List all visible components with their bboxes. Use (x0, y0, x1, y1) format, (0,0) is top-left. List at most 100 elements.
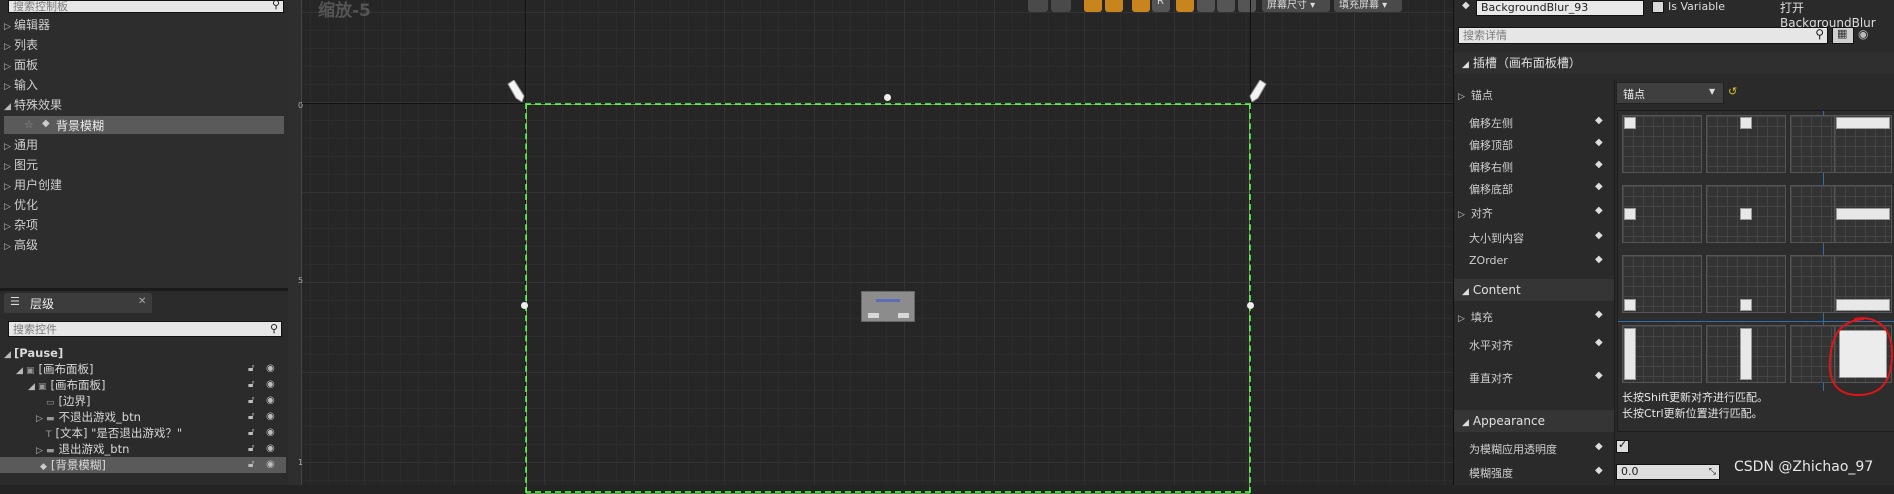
layout-button-2[interactable] (1105, 0, 1123, 12)
eye-icon[interactable]: ◉ (266, 457, 275, 473)
palette-category-input[interactable]: ▷ 输入 (0, 75, 38, 95)
hierarchy-row[interactable]: ▷ ▬ 不退出游戏_btn 🔓︎ ◉ (0, 409, 286, 425)
palette-category-advanced[interactable]: ▷ 高级 (0, 235, 38, 255)
expand-arrow-icon[interactable]: ▷ (1458, 210, 1465, 220)
screen-size-dropdown[interactable]: 屏幕尺寸 ▾ (1262, 0, 1330, 12)
palette-search-input[interactable]: 搜索控制板 ⚲ (8, 0, 284, 13)
details-search-input[interactable]: 搜索详情 ⚲ (1458, 27, 1828, 44)
hierarchy-row[interactable]: ◢ ▣ [画布面板] 🔓︎ ◉ (0, 361, 286, 377)
expand-arrow-icon[interactable]: ▷ (1458, 92, 1465, 102)
close-icon[interactable]: ✕ (138, 296, 146, 307)
eye-icon[interactable]: ◉ (1858, 27, 1868, 41)
expand-arrow-icon[interactable]: ▷ (4, 177, 12, 197)
image-button[interactable] (1217, 0, 1235, 12)
lock-icon[interactable]: 🔓︎ (248, 377, 254, 393)
grid-toggle-button[interactable] (1176, 0, 1194, 12)
fill-screen-dropdown[interactable]: 填充屏幕 ▾ (1334, 0, 1402, 12)
search-icon[interactable]: ⚲ (1815, 27, 1824, 42)
expand-arrow-icon[interactable]: ▷ (4, 217, 12, 237)
anchor-preset-bottom-stretch[interactable] (1834, 255, 1892, 313)
expand-arrow-icon[interactable]: ▷ (4, 197, 12, 217)
anchor-preset-top-left[interactable] (1622, 115, 1702, 173)
anchor-preset-top-center[interactable] (1706, 115, 1786, 173)
expand-arrow-icon[interactable]: ▷ (4, 17, 12, 37)
slot-section-header[interactable]: ◢ 插槽（画布面板槽） (1454, 52, 1894, 74)
open-widget-link[interactable]: 打开BackgroundBlur (1780, 0, 1894, 30)
expand-arrow-icon[interactable]: ▷ (1458, 314, 1465, 324)
anchor-handle-top-right[interactable] (1248, 79, 1268, 103)
anchor-handle-top-left[interactable] (506, 79, 526, 103)
palette-category-misc[interactable]: ▷ 杂项 (0, 215, 38, 235)
palette-category-special-effects[interactable]: ◢ 特殊效果 (0, 95, 62, 115)
appearance-section-header[interactable]: ◢ Appearance (1454, 410, 1614, 432)
anchor-preset-top-stretch[interactable] (1834, 115, 1892, 173)
palette-item-background-blur[interactable]: ☆ ◆ 背景模糊 (4, 116, 284, 134)
lock-icon[interactable]: 🔓︎ (248, 425, 254, 441)
lock-icon[interactable]: 🔓︎ (248, 361, 254, 377)
view-options-button[interactable]: ▦ (1832, 27, 1854, 44)
drag-arrows-icon[interactable]: ⤡ (1709, 465, 1716, 479)
pin-icon[interactable]: ◆ (1595, 441, 1890, 452)
layout-button-1[interactable] (1084, 0, 1102, 12)
hierarchy-root[interactable]: ◢ [Pause] (0, 345, 286, 361)
dialog-preview[interactable] (861, 291, 915, 322)
r-button[interactable]: R (1152, 0, 1170, 12)
expand-arrow-icon[interactable]: ▷ (4, 157, 12, 177)
palette-category-optimization[interactable]: ▷ 优化 (0, 195, 38, 215)
anchor-preset-left-stretch[interactable] (1622, 325, 1702, 383)
apply-alpha-checkbox[interactable]: ✓ (1616, 438, 1629, 453)
palette-category-user-created[interactable]: ▷ 用户创建 (0, 175, 62, 195)
eye-icon[interactable]: ◉ (266, 441, 275, 457)
hierarchy-search-input[interactable]: 搜索控件 ⚲ (8, 321, 282, 337)
anchor-preset-bottom-center[interactable] (1706, 255, 1786, 313)
hierarchy-row[interactable]: ▭ [边界] 🔓︎ ◉ (0, 393, 286, 409)
tab-hierarchy[interactable]: ☰ 层级 ✕ (4, 293, 152, 313)
palette-category-common[interactable]: ▷ 通用 (0, 135, 38, 155)
palette-category-primitive[interactable]: ▷ 图元 (0, 155, 38, 175)
expand-arrow-icon[interactable]: ▷ (4, 77, 12, 97)
designer-canvas[interactable]: 0 5 1 缩放-5 R 屏幕尺寸 ▾ 填充屏幕 ▾ (288, 0, 1453, 494)
more-options-button[interactable] (1197, 0, 1215, 12)
reset-icon[interactable]: ↺ (1728, 85, 1737, 98)
anchor-dropdown[interactable]: 锚点 ▼ (1616, 82, 1724, 104)
hierarchy-row[interactable]: ◢ ▣ [画布面板] 🔓︎ ◉ (0, 377, 286, 393)
expand-arrow-icon[interactable]: ▷ (4, 137, 12, 157)
search-icon[interactable]: ⚲ (272, 0, 280, 10)
is-variable-checkbox[interactable] (1652, 1, 1664, 13)
widget-name-input[interactable]: BackgroundBlur_93 (1476, 0, 1644, 16)
anchor-preset-vertical-stretch[interactable] (1706, 325, 1786, 383)
palette-category-editor[interactable]: ▷ 编辑器 (0, 15, 50, 35)
anchor-preset-center-left[interactable] (1622, 185, 1702, 243)
collapse-arrow-icon[interactable]: ◢ (1462, 418, 1469, 428)
anchor-preset-bottom-left[interactable] (1622, 255, 1702, 313)
expand-arrow-icon[interactable]: ▷ (4, 57, 12, 77)
content-section-header[interactable]: ◢ Content (1454, 279, 1614, 301)
palette-category-panel[interactable]: ▷ 面板 (0, 55, 38, 75)
eye-icon[interactable]: ◉ (266, 409, 275, 425)
eye-icon[interactable]: ◉ (266, 377, 275, 393)
collapse-arrow-icon[interactable]: ◢ (1462, 60, 1469, 70)
resize-handle-top[interactable] (884, 94, 891, 101)
anchor-preset-center[interactable] (1706, 185, 1786, 243)
expand-arrow-icon[interactable]: ▷ (4, 237, 12, 257)
lock-icon[interactable]: 🔓︎ (248, 441, 254, 457)
blur-strength-input[interactable]: 0.0 ⤡ (1616, 464, 1720, 480)
eye-icon[interactable]: ◉ (266, 361, 275, 377)
palette-button[interactable] (1238, 0, 1256, 12)
star-icon[interactable]: ☆ (24, 118, 34, 131)
resize-handle-right[interactable] (1247, 302, 1254, 309)
eye-icon[interactable]: ◉ (266, 425, 275, 441)
anchor-preset-center-stretch[interactable] (1834, 185, 1892, 243)
hierarchy-row[interactable]: T [文本] "是否退出游戏？" 🔓︎ ◉ (0, 425, 286, 441)
palette-category-list[interactable]: ▷ 列表 (0, 35, 38, 55)
transform-button[interactable] (1028, 0, 1048, 12)
hierarchy-row[interactable]: ▷ ▬ 退出游戏_btn 🔓︎ ◉ (0, 441, 286, 457)
lock-icon[interactable]: 🔓︎ (248, 393, 254, 409)
resize-handle-left[interactable] (521, 302, 528, 309)
lock-icon[interactable]: 🔓︎ (248, 457, 254, 473)
hierarchy-row-selected[interactable]: ◆ [背景模糊] 🔓︎ ◉ (0, 457, 286, 473)
expand-arrow-icon[interactable]: ▷ (4, 37, 12, 57)
collapse-arrow-icon[interactable]: ◢ (4, 97, 12, 117)
search-icon[interactable]: ⚲ (270, 321, 278, 336)
layout-button-3[interactable] (1132, 0, 1150, 12)
